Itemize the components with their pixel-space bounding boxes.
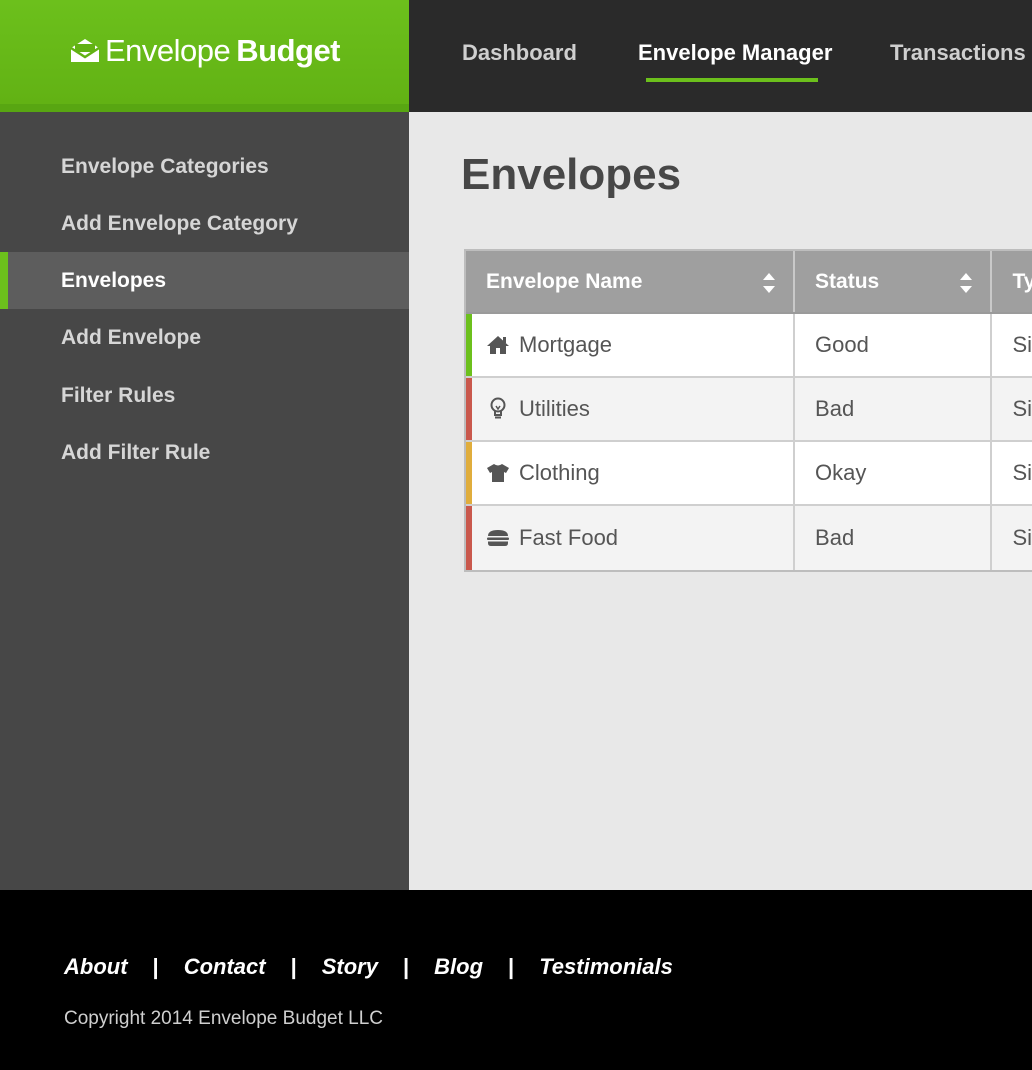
nav-dashboard[interactable]: Dashboard [462, 40, 577, 66]
envelope-type: Sir [1012, 525, 1032, 550]
footer-links: About | Contact | Story | Blog | Testimo… [64, 954, 673, 980]
sidebar-item-filter-rules[interactable]: Filter Rules [0, 367, 409, 424]
footer-separator: | [290, 954, 297, 979]
column-header-label: Envelope Name [486, 269, 643, 293]
table-row[interactable]: Mortgage Good Sir [466, 314, 1032, 378]
status-indicator [466, 442, 472, 504]
table-header: Envelope Name Status Ty [466, 251, 1032, 314]
footer-link-blog[interactable]: Blog [434, 954, 483, 980]
column-header-envelope-name[interactable]: Envelope Name [466, 251, 796, 312]
footer-link-testimonials[interactable]: Testimonials [539, 954, 673, 980]
burger-icon [485, 529, 511, 547]
sidebar-item-envelopes[interactable]: Envelopes [0, 252, 409, 309]
table-row[interactable]: Utilities Bad Sir [466, 378, 1032, 442]
table-row[interactable]: Fast Food Bad Sir [466, 506, 1032, 570]
sidebar-item-add-filter-rule[interactable]: Add Filter Rule [0, 424, 409, 481]
envelope-type: Sir [1012, 396, 1032, 421]
brand-name-bold: Budget [236, 33, 341, 68]
table-row[interactable]: Clothing Okay Sir [466, 442, 1032, 506]
envelope-name[interactable]: Utilities [519, 396, 590, 422]
envelope-status: Okay [795, 442, 993, 504]
envelope-name[interactable]: Clothing [519, 460, 600, 486]
column-header-label: Ty [1012, 269, 1032, 293]
sidebar: Envelope Categories Add Envelope Categor… [0, 112, 409, 890]
nav-envelope-manager[interactable]: Envelope Manager [638, 40, 832, 66]
sort-icon [960, 273, 973, 293]
envelope-name[interactable]: Mortgage [519, 332, 612, 358]
envelope-status: Good [795, 314, 993, 376]
envelope-type: Sir [1012, 460, 1032, 485]
status-indicator [466, 314, 472, 376]
envelope-icon [70, 39, 100, 62]
brand-logo[interactable]: Envelope Budget [0, 0, 409, 112]
footer-separator: | [402, 954, 410, 979]
lightbulb-icon [485, 397, 511, 421]
footer-link-story[interactable]: Story [322, 954, 378, 980]
envelope-type: Sir [1012, 332, 1032, 357]
envelope-status: Bad [795, 378, 993, 440]
status-indicator [466, 378, 472, 440]
sort-icon [763, 273, 776, 293]
sidebar-item-add-envelope[interactable]: Add Envelope [0, 309, 409, 366]
main-content: Envelopes Envelope Name Status Ty Mortga… [409, 112, 1032, 890]
column-header-type[interactable]: Ty [992, 251, 1032, 312]
envelope-name[interactable]: Fast Food [519, 525, 618, 551]
footer-separator: | [152, 954, 159, 979]
status-indicator [466, 506, 472, 570]
active-nav-indicator [646, 78, 818, 82]
page-title: Envelopes [461, 150, 682, 199]
copyright-text: Copyright 2014 Envelope Budget LLC [64, 1008, 384, 1029]
footer-separator: | [508, 954, 515, 979]
tshirt-icon [485, 463, 511, 483]
footer-link-contact[interactable]: Contact [184, 954, 266, 980]
envelopes-table: Envelope Name Status Ty Mortgage Good Si… [464, 249, 1032, 572]
column-header-label: Status [815, 269, 880, 293]
sidebar-item-envelope-categories[interactable]: Envelope Categories [0, 138, 409, 195]
brand-name-light: Envelope [104, 33, 231, 68]
top-navigation: Dashboard Envelope Manager Transactions [409, 0, 1032, 112]
footer-link-about[interactable]: About [64, 954, 128, 980]
envelope-status: Bad [795, 506, 993, 570]
home-icon [485, 335, 511, 355]
footer: About | Contact | Story | Blog | Testimo… [0, 890, 1032, 1070]
sidebar-item-add-envelope-category[interactable]: Add Envelope Category [0, 195, 409, 252]
nav-transactions[interactable]: Transactions [890, 40, 1026, 66]
column-header-status[interactable]: Status [795, 251, 993, 312]
